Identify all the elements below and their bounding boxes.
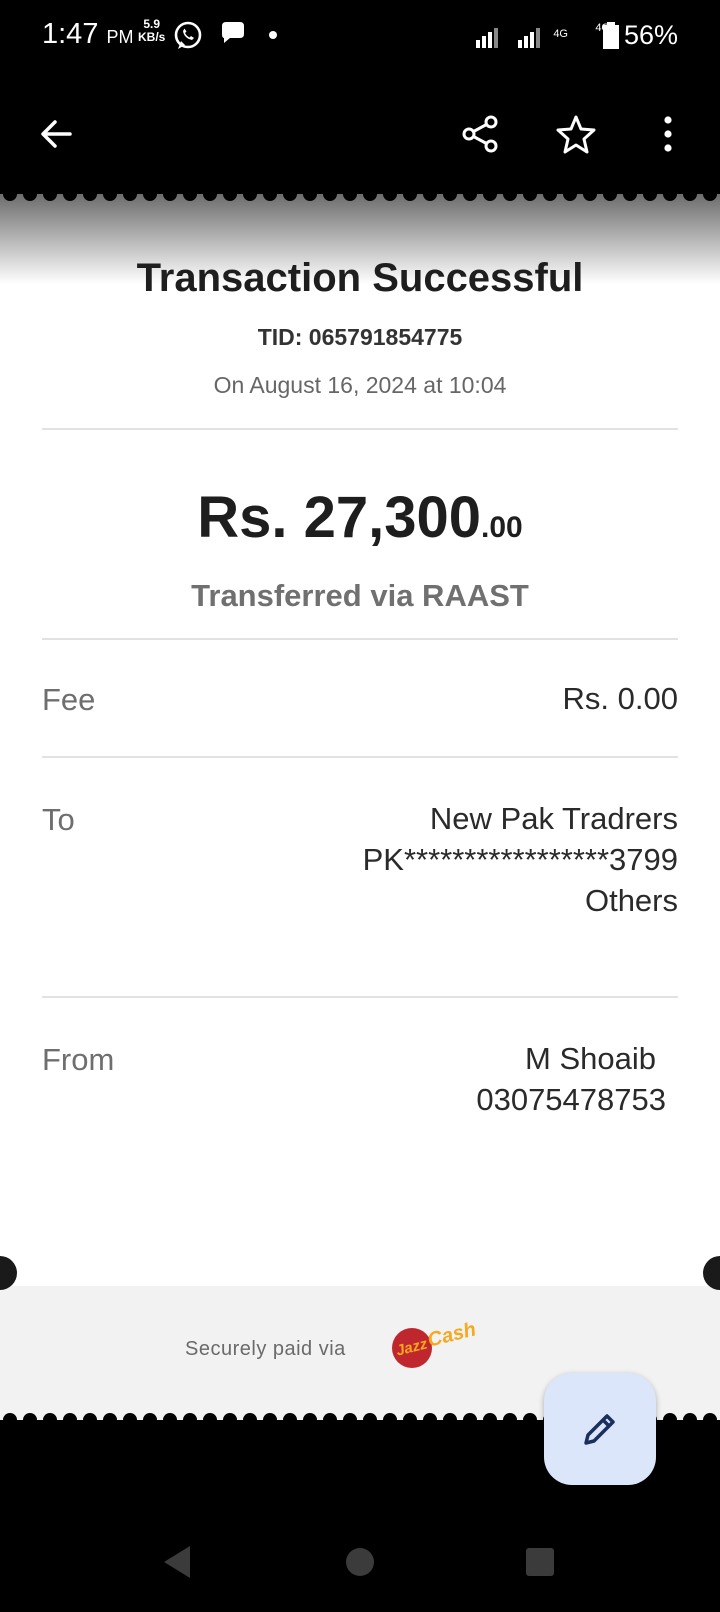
speed-unit: KB/s bbox=[138, 30, 166, 44]
receipt: Transaction Successful TID: 065791854775… bbox=[0, 194, 720, 1420]
more-options-button[interactable] bbox=[640, 106, 696, 162]
receipt-notch-left bbox=[0, 1256, 17, 1290]
recipient-account: PK*****************3799 bbox=[362, 842, 678, 877]
secure-payment-text: Securely paid via bbox=[185, 1338, 346, 1360]
arrow-left-icon bbox=[41, 120, 72, 148]
recipient-name: New Pak Tradrers bbox=[429, 801, 678, 836]
network-type-1: 4G bbox=[553, 28, 568, 40]
share-icon bbox=[462, 115, 498, 153]
edit-button[interactable] bbox=[544, 1373, 656, 1485]
network-speed: 5.9 KB/s bbox=[138, 18, 165, 44]
receipt-notch-right bbox=[703, 1256, 720, 1290]
divider bbox=[42, 638, 678, 640]
fee-value: Rs. 0.00 bbox=[562, 681, 678, 716]
system-nav-bar bbox=[0, 1500, 720, 1612]
dot-icon bbox=[269, 31, 277, 39]
nav-recents-button[interactable] bbox=[524, 1544, 556, 1580]
nav-home-button[interactable] bbox=[344, 1544, 376, 1580]
transaction-title: Transaction Successful bbox=[136, 256, 584, 300]
sender-number: 03075478753 bbox=[476, 1082, 666, 1117]
status-bar: 1:47 PM 5.9 KB/s 4G 4G 56% bbox=[0, 0, 720, 76]
svg-text:Cash: Cash bbox=[425, 1318, 478, 1351]
recipient-bank: Others bbox=[584, 883, 678, 918]
star-icon bbox=[556, 115, 596, 154]
sender-name: M Shoaib bbox=[525, 1041, 656, 1076]
jazzcash-logo: Jazz Cash bbox=[392, 1318, 478, 1368]
transaction-date: On August 16, 2024 at 10:04 bbox=[213, 372, 507, 398]
battery-icon bbox=[603, 22, 619, 49]
to-label: To bbox=[42, 802, 75, 837]
whatsapp-icon bbox=[174, 21, 202, 49]
from-label: From bbox=[42, 1042, 115, 1077]
divider bbox=[42, 756, 678, 758]
ampm-text: PM bbox=[106, 27, 134, 47]
to-details: New Pak Tradrers PK*****************3799… bbox=[363, 798, 678, 921]
back-button[interactable] bbox=[28, 106, 84, 162]
receipt-top-edge bbox=[0, 194, 720, 202]
pencil-icon bbox=[584, 1414, 615, 1445]
from-details: M Shoaib 03075478753 bbox=[476, 1038, 666, 1120]
fee-label: Fee bbox=[42, 682, 96, 717]
app-bar bbox=[0, 76, 720, 194]
time-text: 1:47 bbox=[42, 18, 99, 50]
nav-back-button[interactable] bbox=[160, 1544, 194, 1580]
battery-percent: 56% bbox=[623, 20, 678, 50]
favorite-button[interactable] bbox=[548, 106, 604, 162]
chat-icon bbox=[222, 22, 244, 43]
divider bbox=[42, 996, 678, 998]
transaction-id: TID: 065791854775 bbox=[257, 324, 463, 350]
transaction-amount: Rs. 27,300.00 bbox=[0, 484, 720, 551]
amount-main: Rs. 27,300 bbox=[197, 485, 482, 550]
transfer-method: Transferred via RAAST bbox=[191, 578, 529, 613]
more-vertical-icon bbox=[664, 116, 672, 152]
amount-decimal: .00 bbox=[481, 511, 523, 544]
divider bbox=[42, 428, 678, 430]
share-button[interactable] bbox=[452, 106, 508, 162]
status-time: 1:47 PM bbox=[42, 18, 134, 51]
